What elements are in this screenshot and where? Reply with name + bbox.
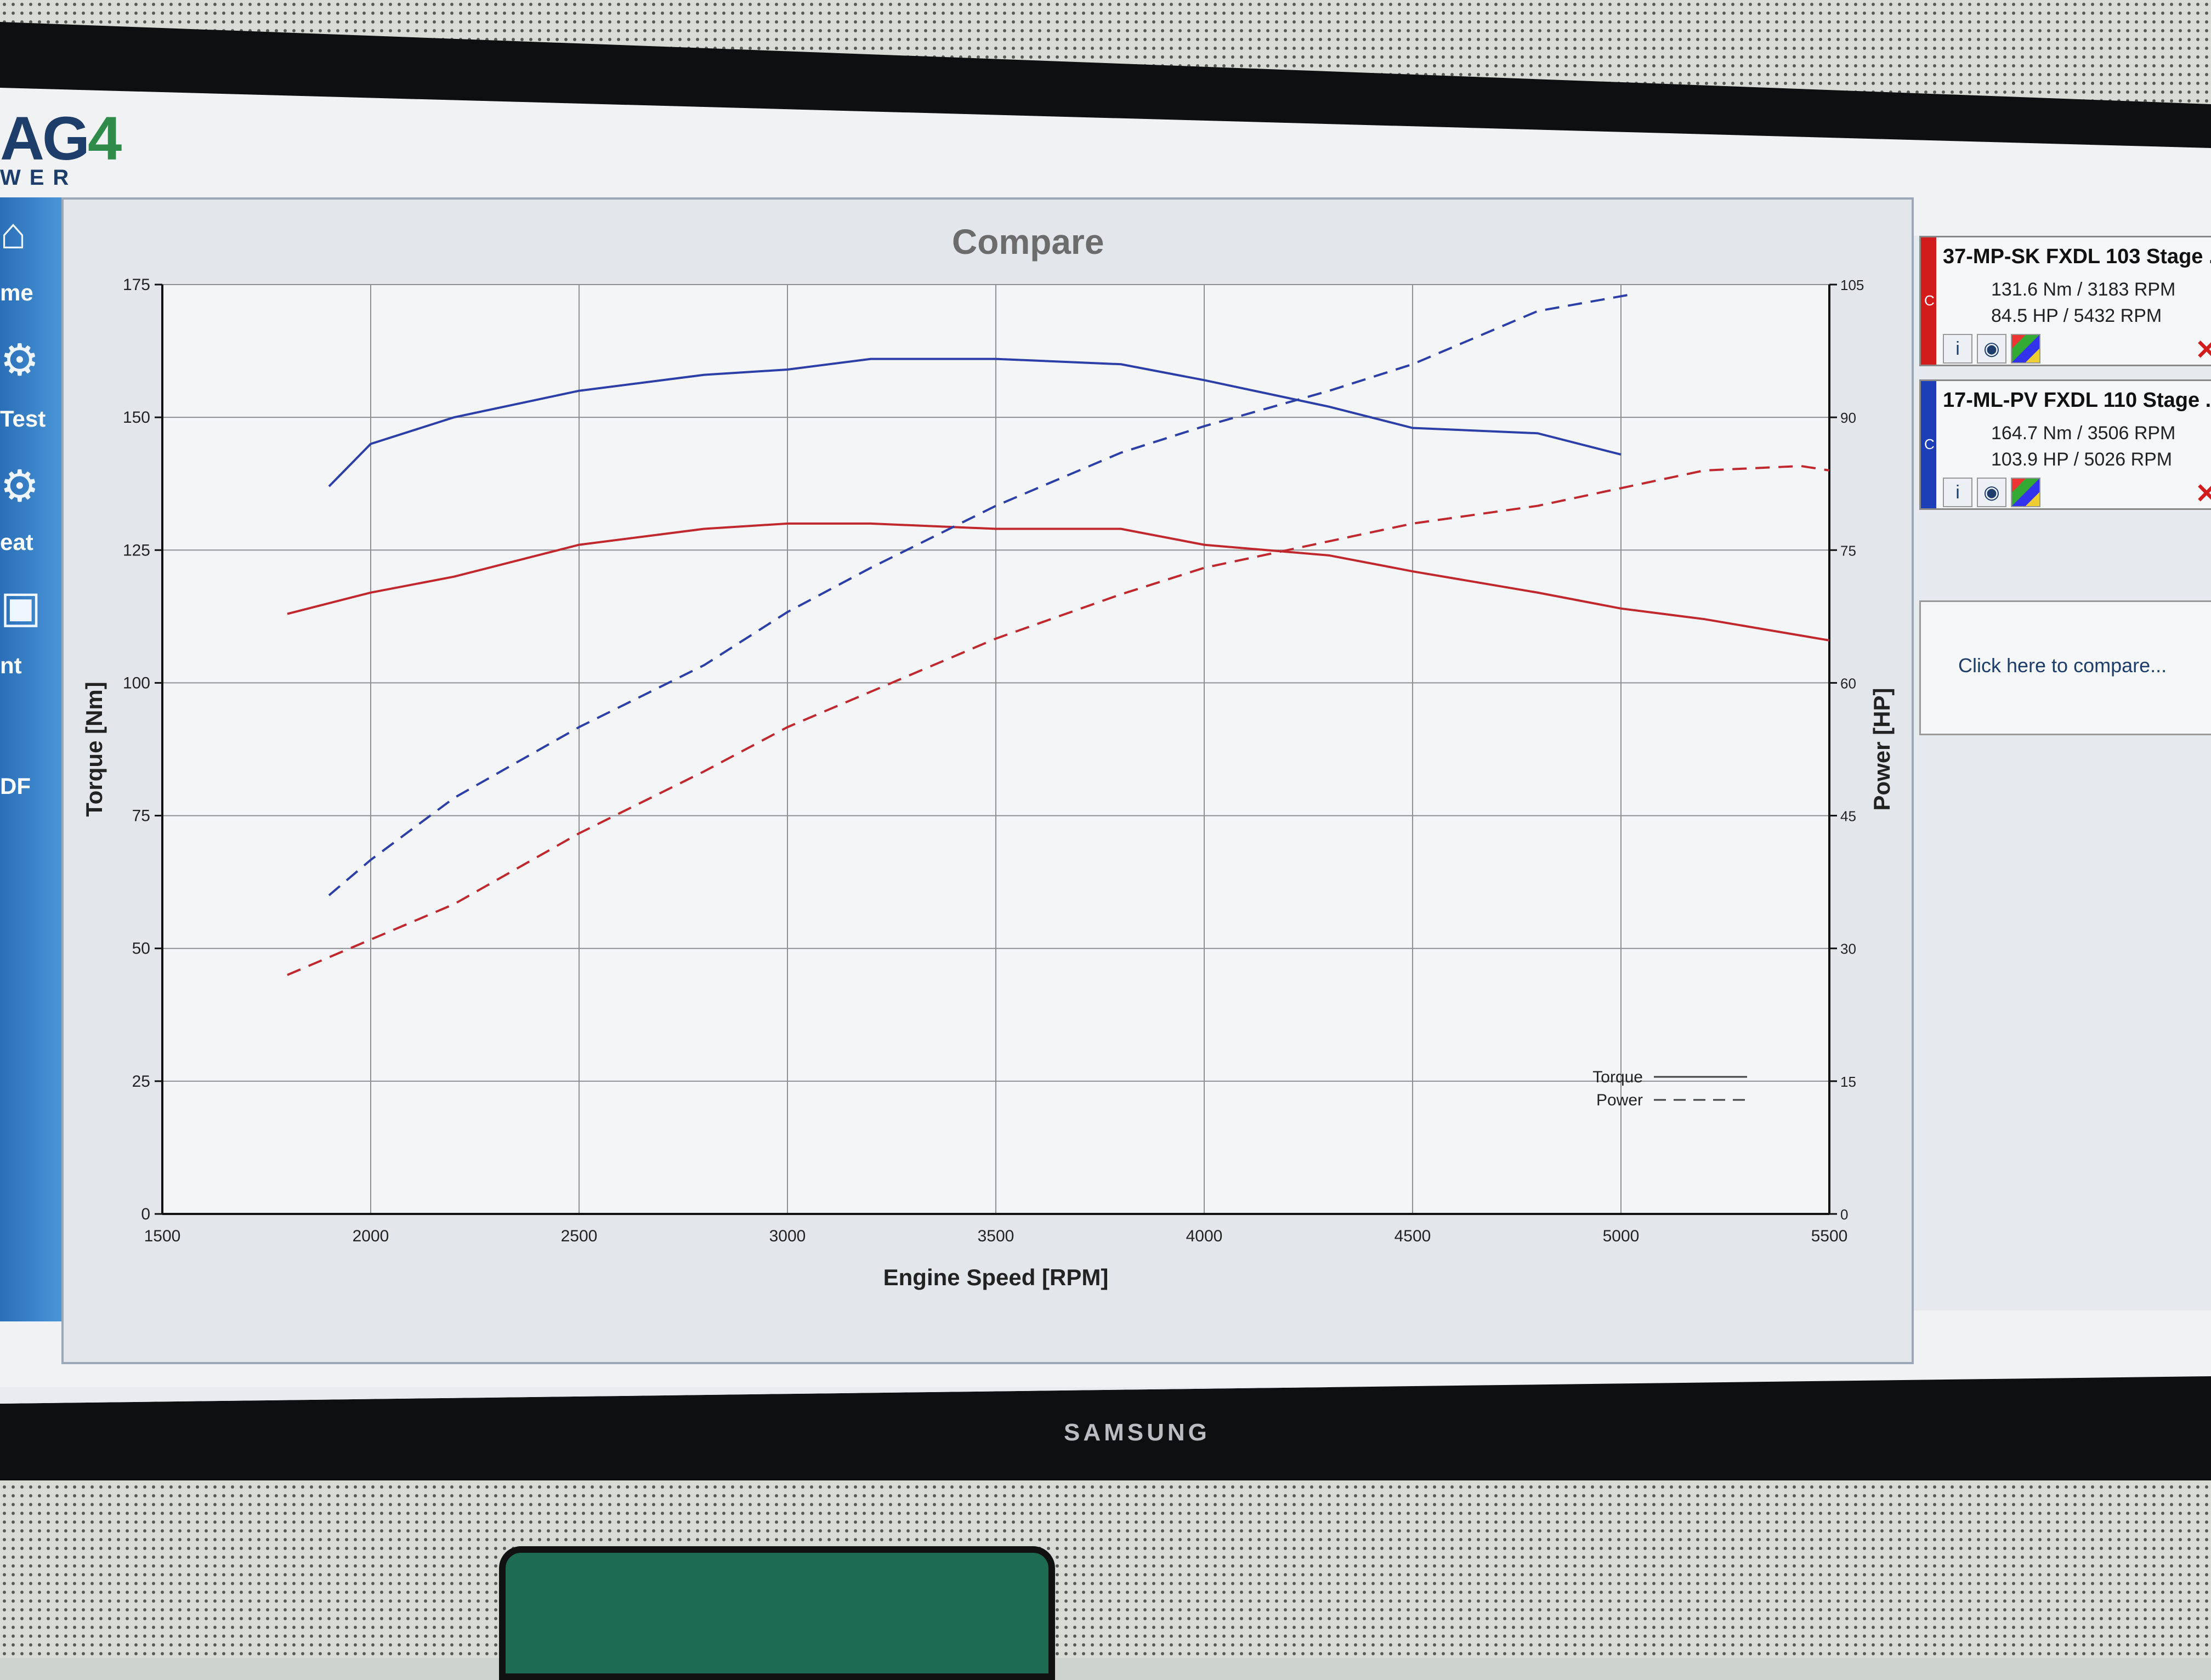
app-logo-subtitle: WER bbox=[0, 166, 78, 190]
legend-power-label: Power bbox=[1596, 1091, 1643, 1109]
stripe-letter: C bbox=[1924, 436, 1935, 452]
y-right-tick-label: 75 bbox=[1840, 542, 1856, 559]
app-logo: AG4 bbox=[0, 104, 122, 173]
firefox-icon[interactable] bbox=[906, 1404, 942, 1440]
sidebar-item-test[interactable]: Test bbox=[0, 406, 61, 432]
x-tick-label: 2000 bbox=[353, 1227, 389, 1245]
y-left-tick-label: 25 bbox=[132, 1072, 150, 1091]
close-icon[interactable]: ✕ bbox=[2195, 334, 2211, 366]
info-icon[interactable]: i bbox=[1943, 478, 1972, 507]
y-right-tick-label: 60 bbox=[1840, 675, 1856, 691]
chart-panel: Compare 1500 2000 2500 3000 3500 4000 4500 5000… bbox=[61, 197, 1914, 1364]
taskbar-search[interactable]: ⚲ Typ hier om te zoeken bbox=[0, 1404, 485, 1453]
y-left-tick-label: 150 bbox=[123, 408, 150, 427]
x-tick-label: 5000 bbox=[1603, 1227, 1640, 1245]
x-tick-label: 4500 bbox=[1394, 1227, 1431, 1245]
x-axis-label: Engine Speed [RPM] bbox=[883, 1264, 1109, 1290]
car-dyno-icon[interactable]: ⚙ bbox=[0, 334, 55, 384]
sidebar-item-home[interactable]: me bbox=[0, 280, 61, 306]
info-icon[interactable]: i bbox=[1943, 334, 1972, 364]
compare-panel: C 37-MP-SK FXDL 103 Stage .. 131.6 Nm / … bbox=[1914, 236, 2211, 1310]
car-icon[interactable]: ⚙ bbox=[0, 461, 55, 510]
stripe-letter: C bbox=[1924, 292, 1935, 309]
sidebar: ⌂ me ⚙ Test ⚙ eat ▣ nt DF bbox=[0, 197, 61, 1321]
sidebar-item-print[interactable]: nt bbox=[0, 652, 61, 679]
dropbox-icon[interactable] bbox=[984, 1404, 1020, 1440]
y-left-tick-label: 75 bbox=[132, 807, 150, 825]
x-tick-label: 2500 bbox=[561, 1227, 598, 1245]
y-axis-left-label: Torque [Nm] bbox=[81, 682, 107, 817]
color-picker-icon[interactable] bbox=[2011, 334, 2040, 364]
y-axis-right-label: Power [HP] bbox=[1869, 688, 1895, 810]
store-icon[interactable] bbox=[752, 1404, 789, 1440]
file-explorer-icon[interactable] bbox=[672, 1404, 708, 1440]
home-icon[interactable]: ⌂ bbox=[0, 208, 55, 258]
y-right-tick-label: 0 bbox=[1840, 1206, 1848, 1223]
taskbar-clock: 11:25 bbox=[2147, 1408, 2190, 1428]
entry-torque-peak: 164.7 Nm / 3506 RPM bbox=[1991, 423, 2176, 444]
x-tick-label: 1500 bbox=[144, 1227, 181, 1245]
compare-entry-2[interactable]: C 17-ML-PV FXDL 110 Stage .. 164.7 Nm / … bbox=[1919, 379, 2211, 510]
entry-torque-peak: 131.6 Nm / 3183 RPM bbox=[1991, 279, 2176, 300]
entry-name: 37-MP-SK FXDL 103 Stage .. bbox=[1943, 245, 2211, 268]
sidebar-item-heat[interactable]: eat bbox=[0, 529, 61, 555]
monitor-brand: SAMSUNG bbox=[1064, 1419, 1210, 1446]
search-placeholder: Typ hier om te zoeken bbox=[72, 1427, 277, 1450]
printer-icon[interactable]: ▣ bbox=[0, 581, 55, 631]
monitor-bezel: AG4 WER ⌂ me ⚙ Test ⚙ eat ▣ nt DF Compar… bbox=[0, 22, 2211, 1480]
close-icon[interactable]: ✕ bbox=[2195, 478, 2211, 509]
search-icon: ⚲ bbox=[29, 1423, 47, 1450]
x-tick-label: 3000 bbox=[769, 1227, 806, 1245]
y-left-tick-label: 50 bbox=[132, 940, 150, 958]
y-right-tick-label: 45 bbox=[1840, 808, 1856, 825]
y-left-tick-label: 100 bbox=[123, 674, 150, 692]
y-left-tick-label: 125 bbox=[123, 541, 150, 559]
tab-speed-chart[interactable]: Speed chart bbox=[193, 1409, 323, 1439]
y-right-tick-label: 105 bbox=[1840, 277, 1864, 293]
entry-name: 17-ML-PV FXDL 110 Stage .. bbox=[1943, 389, 2211, 412]
sidebar-item-pdf[interactable]: DF bbox=[0, 773, 61, 799]
y-left-tick-label: 175 bbox=[123, 276, 150, 294]
entry-power-peak: 84.5 HP / 5432 RPM bbox=[1991, 305, 2162, 326]
add-compare-label: Click here to compare... bbox=[1958, 654, 2167, 677]
dyno-device bbox=[499, 1546, 1055, 1680]
add-compare-button[interactable]: Click here to compare... bbox=[1919, 600, 2211, 735]
dyno-chart: 1500 2000 2500 3000 3500 4000 4500 5000 55000255… bbox=[81, 276, 1895, 1290]
color-picker-icon[interactable] bbox=[2011, 478, 2040, 507]
y-right-tick-label: 90 bbox=[1840, 410, 1856, 426]
entry-power-peak: 103.9 HP / 5026 RPM bbox=[1991, 449, 2173, 470]
x-tick-label: 4000 bbox=[1186, 1227, 1223, 1245]
y-right-tick-label: 15 bbox=[1840, 1074, 1856, 1090]
legend-torque-label: Torque bbox=[1592, 1068, 1643, 1086]
edge-icon[interactable] bbox=[592, 1404, 628, 1440]
y-left-tick-label: 0 bbox=[141, 1205, 150, 1223]
tab-rpm-chart[interactable]: RPM chart bbox=[79, 1409, 194, 1439]
eye-icon[interactable]: ◉ bbox=[1977, 334, 2006, 364]
y-right-tick-label: 30 bbox=[1840, 941, 1856, 957]
app-icon[interactable] bbox=[828, 1404, 864, 1440]
compare-entry-1[interactable]: C 37-MP-SK FXDL 103 Stage .. 131.6 Nm / … bbox=[1919, 236, 2211, 366]
screen: AG4 WER ⌂ me ⚙ Test ⚙ eat ▣ nt DF Compar… bbox=[0, 88, 2211, 1453]
dyno-app-icon[interactable] bbox=[1213, 1404, 1249, 1440]
eye-icon[interactable]: ◉ bbox=[1977, 478, 2006, 507]
x-tick-label: 3500 bbox=[978, 1227, 1014, 1245]
x-tick-label: 5500 bbox=[1811, 1227, 1848, 1245]
